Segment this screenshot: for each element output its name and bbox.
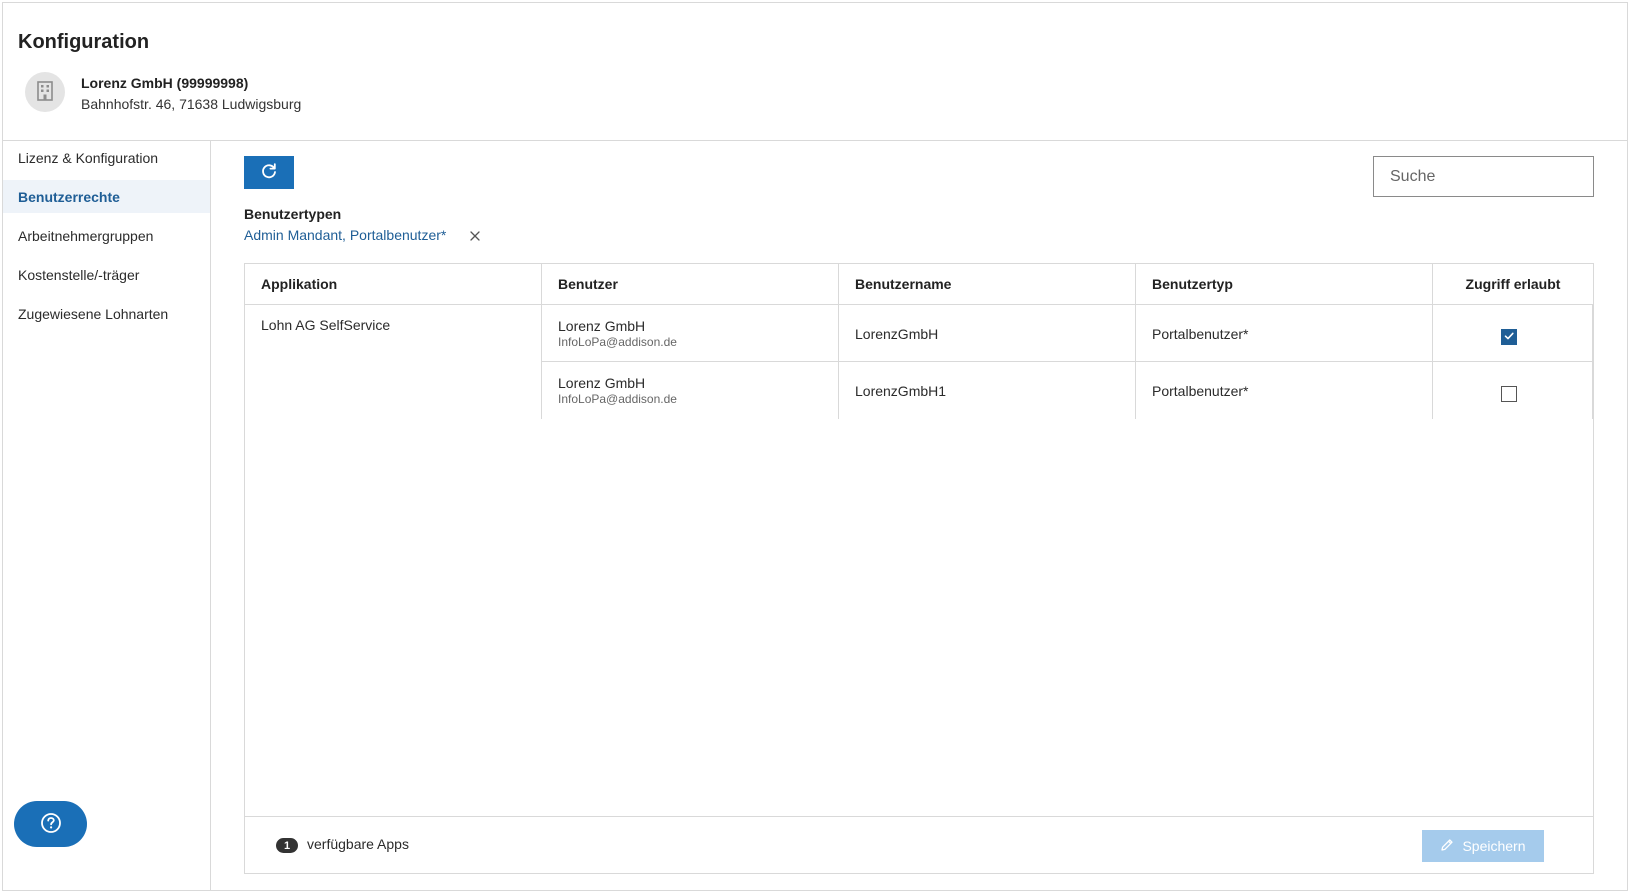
building-icon [36,80,54,104]
permissions-table: Applikation Benutzer Benutzername Benutz… [244,263,1594,874]
apps-count-label: verfügbare Apps [307,836,409,852]
column-header-applikation[interactable]: Applikation [245,264,542,304]
company-avatar [25,72,65,112]
sidebar-item-kostenstelle[interactable]: Kostenstelle/-träger [3,258,210,291]
close-icon [470,228,480,244]
sidebar-item-arbeitnehmergruppen[interactable]: Arbeitnehmergruppen [3,219,210,252]
sidebar-item-lizenz-konfiguration[interactable]: Lizenz & Konfiguration [3,141,210,174]
pencil-icon [1440,838,1454,855]
filter-clear-button[interactable] [468,229,482,243]
user-name: Lorenz GmbH [558,317,646,334]
column-header-benutzer[interactable]: Benutzer [542,264,839,304]
refresh-icon [260,162,278,183]
filter-value-link[interactable]: Admin Mandant, Portalbenutzer* [244,227,446,243]
application-cell: Lohn AG SelfService [245,305,542,419]
user-name: Lorenz GmbH [558,374,646,391]
table-row: Lorenz GmbH InfoLoPa@addison.de LorenzGm… [542,305,1593,362]
access-allowed-checkbox[interactable] [1500,385,1517,402]
sidebar-item-label: Benutzerrechte [18,188,120,205]
user-type: Portalbenutzer* [1152,325,1249,342]
username: LorenzGmbH [855,325,939,342]
sidebar-item-label: Lizenz & Konfiguration [18,149,159,166]
table-footer: 1 verfügbare Apps Speichern [245,816,1593,873]
username-cell: LorenzGmbH1 [839,362,1136,419]
checkmark-icon [1503,329,1515,345]
header-divider [2,140,1628,141]
table-row: Lorenz GmbH InfoLoPa@addison.de LorenzGm… [542,362,1593,419]
user-email: InfoLoPa@addison.de [558,334,677,349]
access-cell [1433,362,1593,419]
user-type-cell: Portalbenutzer* [1136,305,1433,362]
user-email: InfoLoPa@addison.de [558,391,677,406]
access-allowed-checkbox[interactable] [1500,328,1517,345]
sidebar-item-label: Arbeitnehmergruppen [18,227,154,244]
column-header-zugriff-erlaubt[interactable]: Zugriff erlaubt [1433,264,1593,304]
table-header: Applikation Benutzer Benutzername Benutz… [245,264,1593,305]
sidebar: Lizenz & Konfiguration Benutzerrechte Ar… [3,141,211,891]
user-type: Portalbenutzer* [1152,382,1249,399]
column-header-benutzertyp[interactable]: Benutzertyp [1136,264,1433,304]
column-header-benutzername[interactable]: Benutzername [839,264,1136,304]
username-cell: LorenzGmbH [839,305,1136,362]
access-cell [1433,305,1593,362]
apps-count-badge: 1 [276,838,298,853]
refresh-button[interactable] [244,156,294,189]
save-button-label: Speichern [1462,838,1526,854]
filter-label: Benutzertypen [244,206,342,222]
company-name: Lorenz GmbH (99999998) [81,75,249,91]
sidebar-item-label: Kostenstelle/-träger [18,266,140,283]
help-button[interactable] [14,801,87,847]
page-title: Konfiguration [18,31,150,53]
company-address: Bahnhofstr. 46, 71638 Ludwigsburg [81,96,302,112]
username: LorenzGmbH1 [855,382,947,399]
user-cell: Lorenz GmbH InfoLoPa@addison.de [542,362,839,419]
sidebar-item-label: Zugewiesene Lohnarten [18,305,169,322]
sidebar-item-benutzerrechte[interactable]: Benutzerrechte [3,180,210,213]
help-circle-icon [40,812,62,837]
sidebar-item-zugewiesene-lohnarten[interactable]: Zugewiesene Lohnarten [3,297,210,330]
search-input[interactable] [1373,156,1594,197]
save-button[interactable]: Speichern [1422,830,1544,862]
user-type-cell: Portalbenutzer* [1136,362,1433,419]
user-cell: Lorenz GmbH InfoLoPa@addison.de [542,305,839,362]
